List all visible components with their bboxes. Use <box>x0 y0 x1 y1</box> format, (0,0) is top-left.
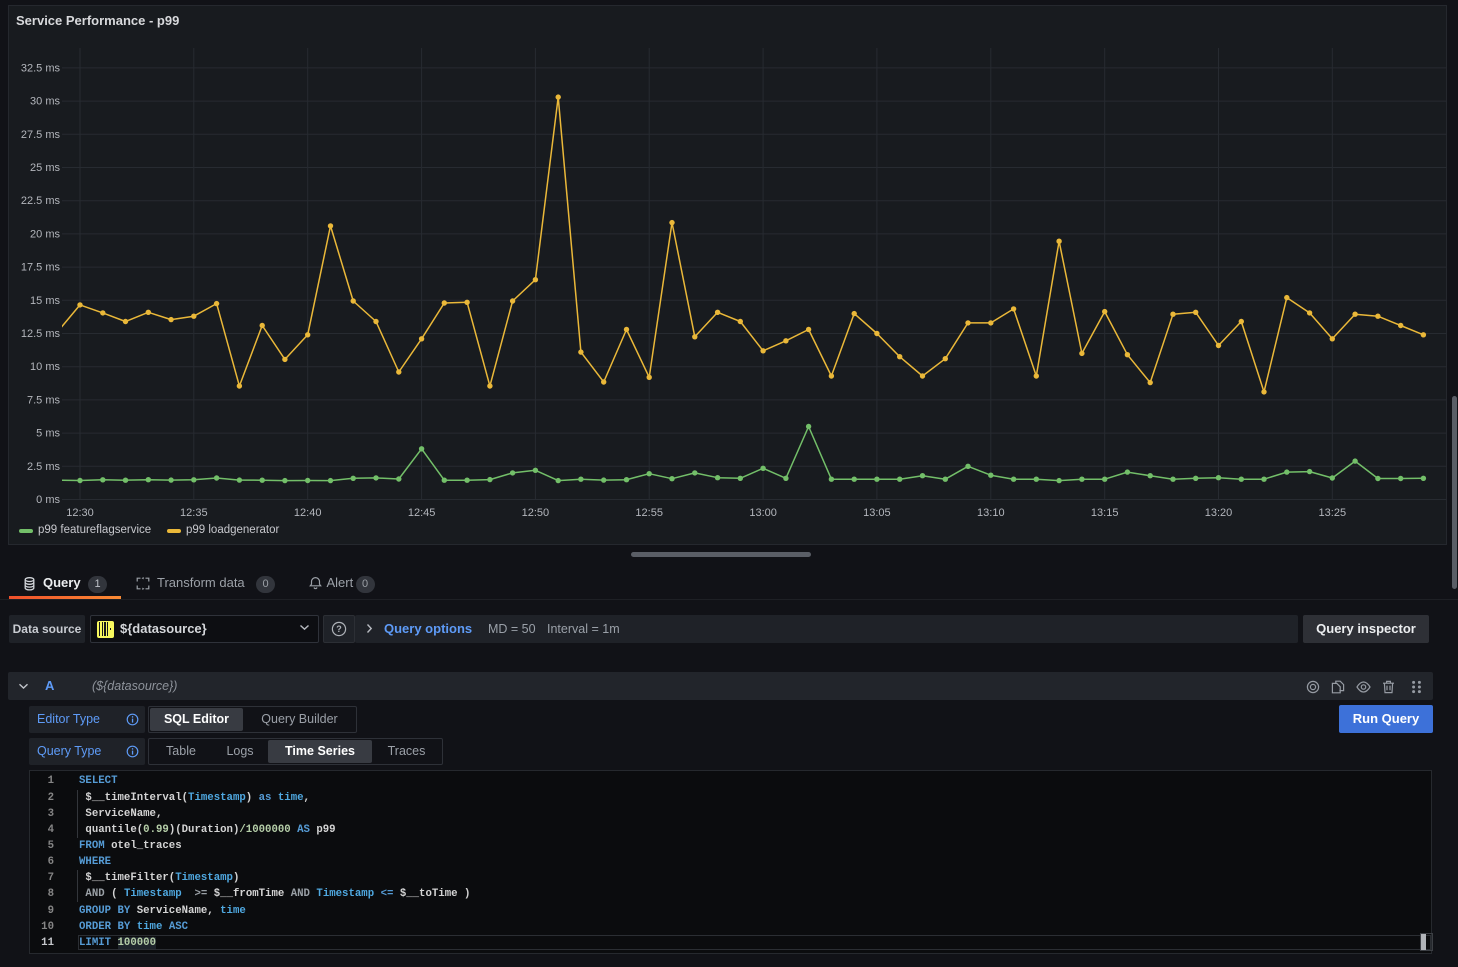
svg-text:13:10: 13:10 <box>977 507 1005 519</box>
svg-text:12:35: 12:35 <box>180 507 208 519</box>
svg-text:27.5 ms: 27.5 ms <box>21 129 61 141</box>
svg-text:7.5 ms: 7.5 ms <box>27 394 61 406</box>
svg-text:13:05: 13:05 <box>863 507 891 519</box>
svg-text:5 ms: 5 ms <box>36 428 60 440</box>
svg-text:15 ms: 15 ms <box>30 295 60 307</box>
svg-text:12:55: 12:55 <box>635 507 663 519</box>
svg-text:0 ms: 0 ms <box>36 494 60 506</box>
svg-text:?: ? <box>336 624 342 634</box>
svg-text:32.5 ms: 32.5 ms <box>21 62 61 74</box>
svg-text:12.5 ms: 12.5 ms <box>21 328 61 340</box>
svg-text:25 ms: 25 ms <box>30 162 60 174</box>
svg-text:2.5 ms: 2.5 ms <box>27 461 61 473</box>
svg-text:22.5 ms: 22.5 ms <box>21 195 61 207</box>
svg-text:20 ms: 20 ms <box>30 228 60 240</box>
svg-text:12:40: 12:40 <box>294 507 322 519</box>
svg-text:13:15: 13:15 <box>1091 507 1119 519</box>
svg-text:13:00: 13:00 <box>749 507 777 519</box>
svg-text:17.5 ms: 17.5 ms <box>21 262 61 274</box>
svg-text:30 ms: 30 ms <box>30 96 60 108</box>
svg-text:10 ms: 10 ms <box>30 361 60 373</box>
svg-text:12:50: 12:50 <box>522 507 550 519</box>
svg-text:13:20: 13:20 <box>1205 507 1233 519</box>
svg-text:13:25: 13:25 <box>1319 507 1347 519</box>
svg-text:12:30: 12:30 <box>66 507 94 519</box>
svg-text:12:45: 12:45 <box>408 507 436 519</box>
